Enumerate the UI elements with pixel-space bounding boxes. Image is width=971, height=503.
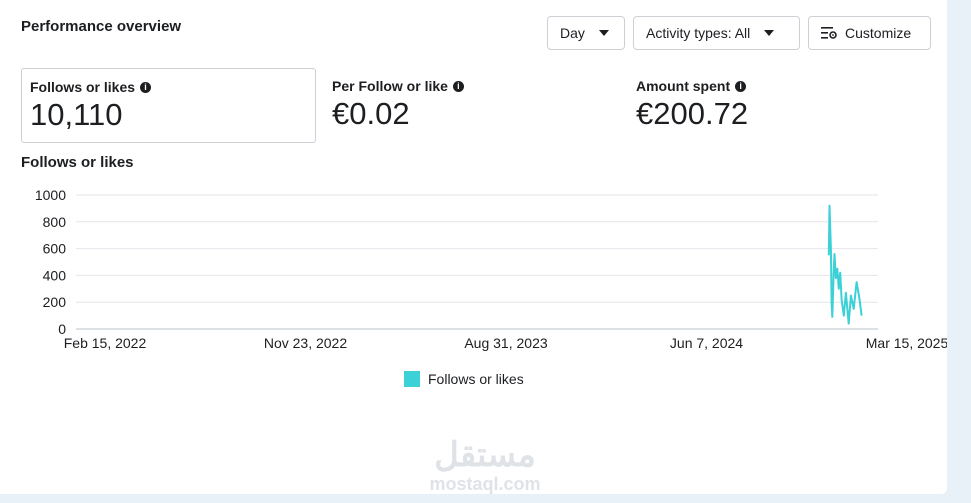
y-tick-label: 200 — [43, 294, 67, 310]
metric-value: €200.72 — [636, 96, 749, 131]
y-tick-label: 800 — [43, 214, 67, 230]
legend-label: Follows or likes — [428, 371, 524, 387]
x-tick-label: Jun 7, 2024 — [670, 335, 743, 351]
metric-value: 10,110 — [30, 97, 123, 132]
day-label: Day — [560, 25, 585, 41]
settings-list-icon — [821, 27, 837, 39]
caret-down-icon — [764, 30, 775, 36]
page-title: Performance overview — [21, 18, 182, 35]
info-icon[interactable]: i — [140, 81, 152, 93]
chart-title: Follows or likes — [21, 154, 134, 171]
customize-label: Customize — [845, 25, 912, 41]
metric-value: €0.02 — [332, 96, 410, 131]
customize-button[interactable]: Customize — [808, 16, 931, 50]
activity-label: Activity types: All — [646, 25, 751, 41]
x-tick-label: Aug 31, 2023 — [464, 335, 548, 351]
day-dropdown[interactable]: Day — [547, 16, 625, 50]
metric-label: Follows or likes — [30, 79, 136, 95]
metric-amount-spent[interactable]: Amount spent i €200.72 — [628, 68, 923, 143]
series-line — [827, 204, 863, 325]
y-tick-label: 400 — [43, 267, 67, 283]
performance-card: Performance overview Day Activity types:… — [0, 0, 947, 494]
x-tick-label: Mar 15, 2025 — [866, 335, 947, 351]
chart-legend[interactable]: Follows or likes — [404, 371, 524, 387]
caret-down-icon — [598, 30, 609, 36]
x-tick-label: Feb 15, 2022 — [64, 335, 147, 351]
metric-follows-or-likes[interactable]: Follows or likes i 10,110 — [21, 68, 316, 143]
info-icon[interactable]: i — [735, 80, 747, 92]
info-icon[interactable]: i — [452, 80, 464, 92]
metric-label: Per Follow or like — [332, 78, 448, 94]
metric-label: Amount spent — [636, 78, 731, 94]
y-tick-label: 600 — [43, 241, 67, 257]
watermark-latin: mostaql.com — [429, 474, 541, 494]
legend-swatch — [404, 371, 420, 387]
watermark-arabic: مستقل — [434, 436, 536, 474]
x-tick-label: Nov 23, 2022 — [264, 335, 347, 351]
follows-line-chart: 02004006008001000Feb 15, 2022 Nov 23, 202… — [35, 187, 947, 351]
metric-per-follow-or-like[interactable]: Per Follow or like i €0.02 — [324, 68, 619, 143]
watermark: مستقل mostaql.com — [400, 436, 570, 495]
y-tick-label: 1000 — [35, 187, 66, 203]
activity-types-dropdown[interactable]: Activity types: All — [633, 16, 800, 50]
